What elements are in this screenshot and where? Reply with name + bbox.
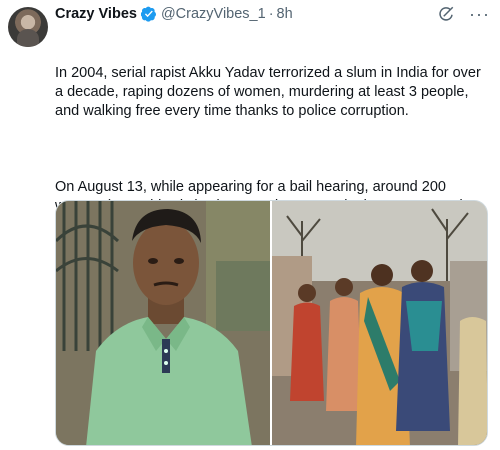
tweet-paragraph: In 2004, serial rapist Akku Yadav terror… [55,65,485,119]
author-handle[interactable]: @CrazyVibes_1 [161,6,266,22]
header-actions: ··· [437,4,490,24]
separator-dot: · [268,6,274,22]
avatar[interactable] [8,7,48,47]
tweet[interactable]: Crazy Vibes @CrazyVibes_1 · 8h ··· In 20… [0,0,500,450]
tweet-media[interactable] [55,200,488,446]
tweet-time[interactable]: 8h [277,6,293,22]
verified-badge-icon [140,6,156,22]
author-name[interactable]: Crazy Vibes [55,6,137,22]
group-image [272,201,487,445]
more-icon[interactable]: ··· [469,5,490,23]
media-photo-group[interactable] [272,201,487,445]
media-photo-portrait[interactable] [56,201,270,445]
grok-icon[interactable] [437,5,455,23]
tweet-header: Crazy Vibes @CrazyVibes_1 · 8h [55,4,490,24]
portrait-image [56,201,270,445]
